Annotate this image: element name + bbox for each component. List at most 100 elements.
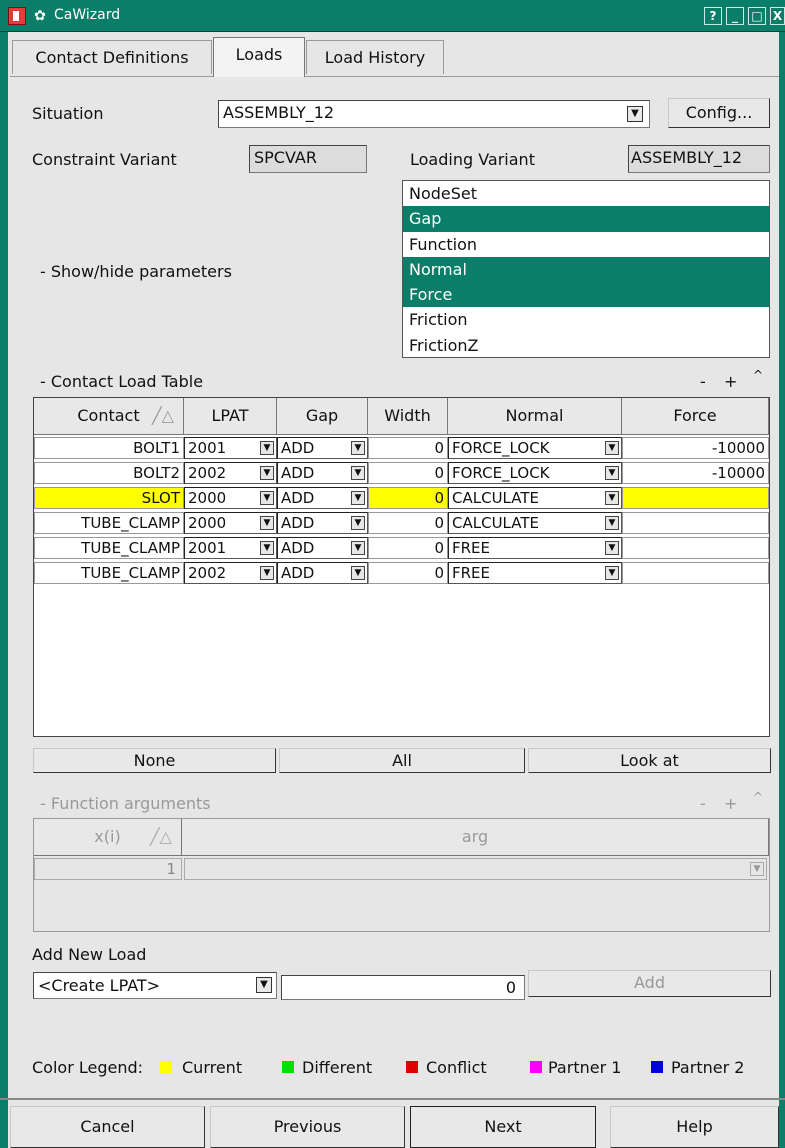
cell-width[interactable]: 0 (368, 437, 448, 459)
list-item[interactable]: FrictionZ (403, 333, 769, 358)
load-value-input[interactable]: 0 (281, 975, 525, 1000)
help-icon[interactable]: ? (704, 7, 722, 25)
chevron-down-icon[interactable]: ▼ (351, 491, 365, 505)
cell-normal[interactable]: FORCE_LOCK ▼ (448, 437, 622, 459)
show-hide-parameters-toggle[interactable]: - Show/hide parameters (40, 262, 232, 281)
look-at-button[interactable]: Look at (528, 748, 771, 773)
cell-contact[interactable]: BOLT2 (34, 462, 184, 484)
chevron-down-icon[interactable]: ▼ (260, 566, 274, 580)
chevron-down-icon[interactable]: ▼ (256, 977, 272, 993)
tab-loads[interactable]: Loads (213, 37, 305, 77)
help-button[interactable]: Help (610, 1106, 779, 1148)
create-lpat-select[interactable]: <Create LPAT> ▼ (33, 972, 277, 999)
all-button[interactable]: All (279, 748, 525, 773)
chevron-down-icon[interactable]: ▼ (351, 541, 365, 555)
chevron-down-icon[interactable]: ▼ (351, 566, 365, 580)
chevron-down-icon[interactable]: ▼ (260, 541, 274, 555)
cell-force[interactable] (622, 537, 769, 559)
chevron-down-icon[interactable]: ▼ (351, 516, 365, 530)
maximize-icon[interactable]: □ (748, 7, 766, 25)
cell-normal[interactable]: CALCULATE ▼ (448, 487, 622, 509)
chevron-down-icon[interactable]: ▼ (351, 441, 365, 455)
parameters-list[interactable]: NodeSet Gap Function Normal Force Fricti… (402, 180, 770, 358)
cell-contact[interactable]: BOLT1 (34, 437, 184, 459)
cancel-button[interactable]: Cancel (10, 1106, 205, 1148)
chevron-down-icon[interactable]: ▼ (260, 516, 274, 530)
cell-normal[interactable]: FORCE_LOCK ▼ (448, 462, 622, 484)
cell-gap[interactable]: ADD ▼ (277, 462, 368, 484)
chevron-down-icon[interactable]: ▼ (260, 466, 274, 480)
table-move-up-button[interactable]: ^ (753, 368, 763, 382)
cell-force[interactable] (622, 562, 769, 584)
cell-normal[interactable]: FREE ▼ (448, 562, 622, 584)
chevron-down-icon[interactable]: ▼ (605, 466, 619, 480)
column-header-gap[interactable]: Gap (277, 398, 368, 435)
cell-force[interactable] (622, 512, 769, 534)
cell-width[interactable]: 0 (368, 487, 448, 509)
cell-normal[interactable]: CALCULATE ▼ (448, 512, 622, 534)
cell-lpat[interactable]: 2000 ▼ (184, 512, 277, 534)
cell-gap[interactable]: ADD ▼ (277, 487, 368, 509)
chevron-down-icon[interactable]: ▼ (605, 441, 619, 455)
column-header-contact[interactable]: Contact ╱△ (34, 398, 184, 435)
list-item[interactable]: Gap (403, 206, 769, 232)
column-header-lpat[interactable]: LPAT (184, 398, 277, 435)
next-button[interactable]: Next (410, 1106, 596, 1148)
column-header-normal[interactable]: Normal (448, 398, 622, 435)
none-button[interactable]: None (33, 748, 276, 773)
chevron-down-icon[interactable]: ▼ (260, 491, 274, 505)
gear-icon[interactable]: ✿ (32, 8, 48, 24)
cell-contact[interactable]: TUBE_CLAMP (34, 512, 184, 534)
cell-width[interactable]: 0 (368, 462, 448, 484)
column-header-arg[interactable]: arg (182, 819, 769, 856)
column-header-width[interactable]: Width (368, 398, 448, 435)
cell-gap[interactable]: ADD ▼ (277, 437, 368, 459)
cell-width[interactable]: 0 (368, 537, 448, 559)
cell-contact[interactable]: TUBE_CLAMP (34, 537, 184, 559)
cell-contact[interactable]: TUBE_CLAMP (34, 562, 184, 584)
cell-width[interactable]: 0 (368, 512, 448, 534)
chevron-down-icon[interactable]: ▼ (605, 541, 619, 555)
contact-load-table-title[interactable]: - Contact Load Table (40, 372, 203, 391)
config-button[interactable]: Config... (668, 98, 770, 128)
tab-load-history[interactable]: Load History (306, 40, 444, 74)
cell-lpat[interactable]: 2001 ▼ (184, 537, 277, 559)
cell-width[interactable]: 0 (368, 562, 448, 584)
cell-normal[interactable]: FREE ▼ (448, 537, 622, 559)
list-item[interactable]: Force (403, 282, 769, 308)
list-item[interactable]: NodeSet (403, 181, 769, 206)
chevron-down-icon[interactable]: ▼ (627, 106, 643, 122)
tab-contact-definitions[interactable]: Contact Definitions (12, 40, 212, 74)
add-button[interactable]: Add (528, 970, 771, 997)
previous-button[interactable]: Previous (210, 1106, 405, 1148)
cell-lpat[interactable]: 2000 ▼ (184, 487, 277, 509)
cell-gap[interactable]: ADD ▼ (277, 512, 368, 534)
situation-select[interactable]: ASSEMBLY_12 ▼ (218, 100, 650, 128)
cell-contact[interactable]: SLOT (34, 487, 184, 509)
chevron-down-icon[interactable]: ▼ (605, 566, 619, 580)
list-item[interactable]: Function (403, 232, 769, 257)
cell-lpat[interactable]: 2001 ▼ (184, 437, 277, 459)
chevron-down-icon[interactable]: ▼ (351, 466, 365, 480)
function-arguments-title[interactable]: - Function arguments (40, 794, 211, 813)
cell-force[interactable] (622, 487, 769, 509)
func-move-up-button[interactable]: ^ (753, 790, 763, 804)
table-collapse-button[interactable]: - (700, 372, 706, 391)
list-item[interactable]: Friction (403, 307, 769, 332)
chevron-down-icon[interactable]: ▼ (605, 491, 619, 505)
func-collapse-button[interactable]: - (700, 794, 706, 813)
column-header-force[interactable]: Force (622, 398, 769, 435)
close-icon[interactable]: X (770, 7, 785, 25)
cell-force[interactable]: -10000 (622, 437, 769, 459)
cell-gap[interactable]: ADD ▼ (277, 537, 368, 559)
column-header-xi[interactable]: x(i) ╱△ (34, 819, 182, 856)
cell-lpat[interactable]: 2002 ▼ (184, 562, 277, 584)
minimize-icon[interactable]: _ (726, 7, 744, 25)
cell-gap[interactable]: ADD ▼ (277, 562, 368, 584)
func-expand-button[interactable]: + (724, 794, 737, 813)
chevron-down-icon[interactable]: ▼ (260, 441, 274, 455)
table-expand-button[interactable]: + (724, 372, 737, 391)
cell-force[interactable]: -10000 (622, 462, 769, 484)
cell-lpat[interactable]: 2002 ▼ (184, 462, 277, 484)
chevron-down-icon[interactable]: ▼ (605, 516, 619, 530)
